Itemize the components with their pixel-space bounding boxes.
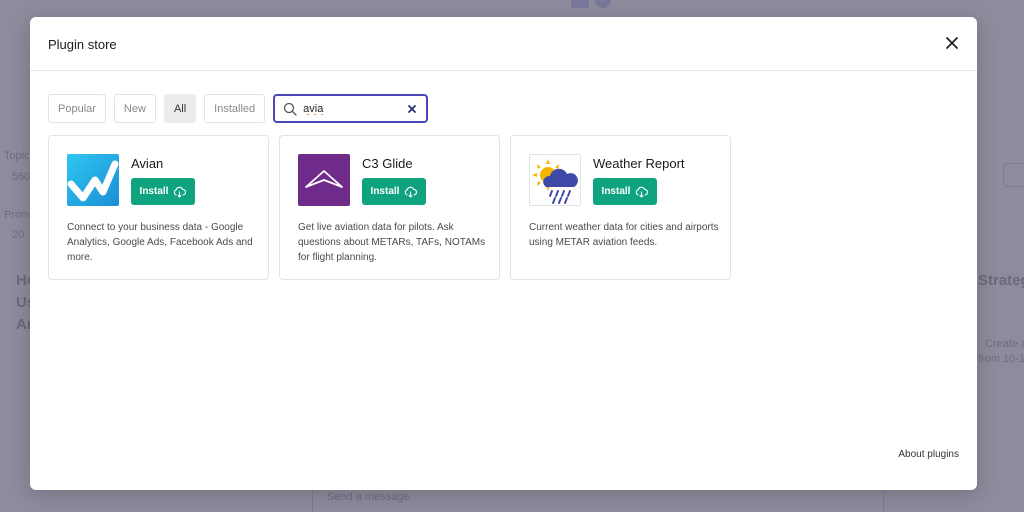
background-label: Prom: [4, 209, 31, 221]
plugin-description: Get live aviation data for pilots. Ask q…: [298, 222, 486, 263]
close-icon: [946, 37, 958, 49]
plugin-store-modal: Plugin store Popular New All Installed a…: [30, 17, 977, 490]
plugin-description: Connect to your business data - Google A…: [67, 222, 253, 263]
search-icon: [284, 102, 297, 116]
clear-search-icon[interactable]: [406, 103, 418, 115]
search-box[interactable]: [273, 94, 429, 123]
install-label: Install: [139, 186, 169, 197]
plugin-description: Current weather data for cities and airp…: [529, 222, 719, 248]
background-message-placeholder: Send a message: [327, 491, 410, 503]
filter-all-button[interactable]: All: [163, 94, 197, 123]
close-button[interactable]: [943, 34, 961, 52]
background-label: Create a: [985, 338, 1024, 350]
background-heading: Strateg: [978, 272, 1024, 289]
background-label: 560: [12, 171, 31, 183]
modal-header: Plugin store: [30, 17, 977, 71]
plugin-name: Weather Report: [593, 156, 685, 171]
weather-storm-logo-icon: [529, 154, 581, 206]
avian-logo-icon: [67, 154, 119, 206]
modal-title: Plugin store: [48, 37, 117, 52]
cloud-download-icon: [174, 186, 187, 198]
cloud-download-icon: [405, 186, 418, 198]
plugin-list: Avian Install Connect to your business d…: [48, 135, 731, 280]
plugin-name: Avian: [131, 156, 164, 171]
install-avian-button[interactable]: Install: [131, 178, 195, 205]
plugin-card: C3 Glide Install Get live aviation data …: [279, 135, 500, 280]
filter-bar: Popular New All Installed: [48, 94, 429, 123]
search-input[interactable]: [303, 102, 404, 115]
plugin-name: C3 Glide: [362, 156, 413, 171]
background-shield-icon: [595, 0, 611, 8]
install-c3-glide-button[interactable]: Install: [362, 178, 426, 205]
install-label: Install: [601, 186, 631, 197]
background-app-icon: [571, 0, 589, 8]
filter-popular-button[interactable]: Popular: [48, 94, 106, 123]
background-label: from 10-1: [978, 353, 1024, 365]
background-label: Topic: [4, 150, 30, 162]
filter-new-button[interactable]: New: [113, 94, 156, 123]
filter-installed-button[interactable]: Installed: [204, 94, 266, 123]
install-label: Install: [370, 186, 400, 197]
plugin-card: Weather Report Install Current weather d…: [510, 135, 731, 280]
cloud-download-icon: [636, 186, 649, 198]
install-weather-report-button[interactable]: Install: [593, 178, 657, 205]
background-label: 20: [12, 229, 25, 241]
c3-glide-logo-icon: [298, 154, 350, 206]
plugin-card: Avian Install Connect to your business d…: [48, 135, 269, 280]
background-input: [1003, 163, 1024, 187]
about-plugins-link[interactable]: About plugins: [898, 449, 959, 460]
